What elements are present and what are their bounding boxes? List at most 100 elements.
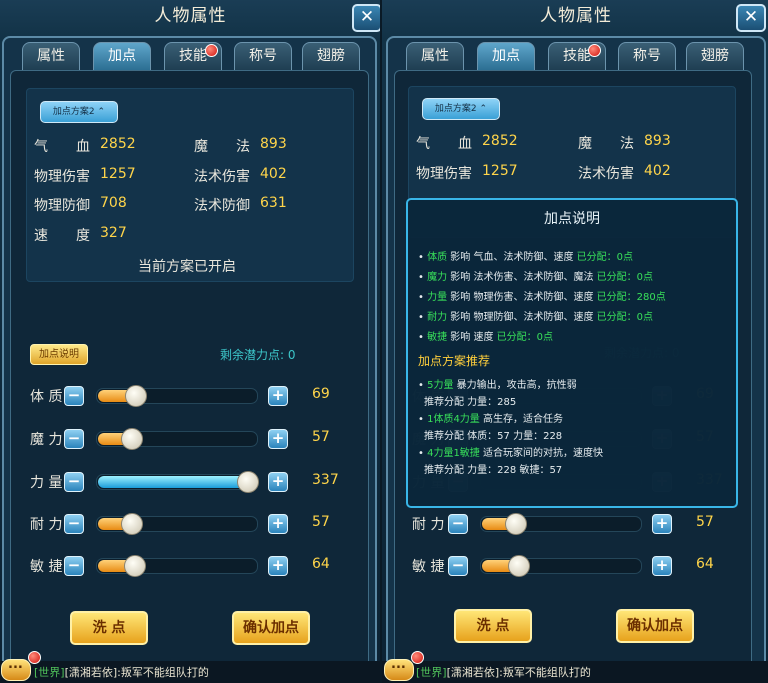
chat-bubble-icon-right[interactable] xyxy=(384,657,414,681)
attr-slider-knob[interactable] xyxy=(125,385,147,407)
attr-plus-button[interactable]: + xyxy=(268,472,288,492)
tooltip-rec-detail: 推荐分配 体质：57 力量：228 xyxy=(424,431,563,442)
stat-label-hp: 气 血 xyxy=(34,139,90,155)
tab-wings-right[interactable]: 翅膀 xyxy=(686,42,744,71)
attr-plus-button[interactable]: + xyxy=(268,514,288,534)
attr-minus-button[interactable]: − xyxy=(448,514,468,534)
attr-slider-knob[interactable] xyxy=(121,428,143,450)
stat-label-hp-right: 气 血 xyxy=(416,136,472,152)
attr-slider-knob[interactable] xyxy=(237,471,259,493)
attr-label: 力 量 xyxy=(30,475,63,491)
explain-button[interactable]: 加点说明 xyxy=(30,344,88,365)
attr-slider[interactable] xyxy=(480,555,642,577)
tooltip-attr-effect: 影响 速度 xyxy=(450,332,494,343)
tooltip-rec-line: • 1体质4力量 高生存，适合任务 xyxy=(418,410,563,425)
attr-slider-knob[interactable] xyxy=(505,513,527,535)
tooltip-attr-effect: 影响 气血、法术防御、速度 xyxy=(450,252,574,263)
bullet-icon: • xyxy=(418,380,428,391)
bullet-icon: • xyxy=(418,252,428,263)
tooltip-attr-line: • 力量 影响 物理伤害、法术防御、速度 已分配：280点 xyxy=(418,288,666,303)
attr-minus-button[interactable]: − xyxy=(448,556,468,576)
stat-value-mag-def: 631 xyxy=(260,195,287,211)
tooltip-attr-allocated: 已分配：0点 xyxy=(596,312,654,323)
stat-value-phys-def: 708 xyxy=(100,195,127,211)
attr-value: 337 xyxy=(312,472,339,488)
tab-attributes[interactable]: 属性 xyxy=(22,42,80,71)
attr-plus-button[interactable]: + xyxy=(268,429,288,449)
tooltip-rec-detail: 推荐分配 力量：285 xyxy=(424,397,517,408)
attr-value: 57 xyxy=(312,429,330,445)
tab-titles[interactable]: 称号 xyxy=(234,42,292,71)
attr-label: 敏 捷 xyxy=(412,559,445,575)
tooltip-rec-name: 5力量 xyxy=(427,380,454,391)
attr-plus-button[interactable]: + xyxy=(652,514,672,534)
attr-slider[interactable] xyxy=(96,471,259,493)
wash-points-button-right[interactable]: 洗 点 xyxy=(454,609,532,643)
attr-slider-knob[interactable] xyxy=(508,555,530,577)
attr-minus-button[interactable]: − xyxy=(64,514,84,534)
stat-value-hp-right: 2852 xyxy=(482,133,518,149)
tooltip-rec-desc: 暴力输出，攻击高，抗性弱 xyxy=(456,380,577,391)
stat-label-phys-dmg: 物理伤害 xyxy=(34,169,90,185)
close-icon: ✕ xyxy=(743,7,759,27)
attr-slider[interactable] xyxy=(96,513,258,535)
bullet-icon: • xyxy=(418,272,428,283)
chat-message-right: 叛军不能组队打的 xyxy=(502,666,591,679)
stat-value-phys-dmg: 1257 xyxy=(100,166,136,182)
tooltip-attr-allocated: 已分配：0点 xyxy=(496,332,554,343)
attr-plus-button[interactable]: + xyxy=(268,556,288,576)
attr-slider[interactable] xyxy=(96,555,258,577)
chat-channel[interactable]: [世界] xyxy=(34,666,65,679)
tab-wings[interactable]: 翅膀 xyxy=(302,42,360,71)
plan-select-button-right[interactable]: 加点方案2 ⌃ xyxy=(422,98,500,120)
plan-select-button[interactable]: 加点方案2 ⌃ xyxy=(40,101,118,123)
tab-attributes-right[interactable]: 属性 xyxy=(406,42,464,71)
chat-line: [世界][潇湘若依]:叛军不能组队打的 xyxy=(34,664,209,680)
chat-sender-right[interactable]: [潇湘若依]: xyxy=(447,666,503,679)
attr-label: 魔 力 xyxy=(30,432,63,448)
stat-label-mag-dmg-right: 法术伤害 xyxy=(578,166,634,182)
attr-slider-fill xyxy=(98,476,250,488)
attr-slider[interactable] xyxy=(96,428,258,450)
attr-slider-knob[interactable] xyxy=(121,513,143,535)
tooltip-attr-allocated: 已分配：280点 xyxy=(596,292,666,303)
plan-button-label-right: 加点方案2 xyxy=(434,104,477,114)
stat-value-mag-dmg: 402 xyxy=(260,166,287,182)
attr-slider-knob[interactable] xyxy=(124,555,146,577)
stat-value-phys-dmg-right: 1257 xyxy=(482,163,518,179)
confirm-points-button[interactable]: 确认加点 xyxy=(232,611,310,645)
plan-status-text: 当前方案已开启 xyxy=(138,259,236,275)
attr-minus-button[interactable]: − xyxy=(64,386,84,406)
attr-slider[interactable] xyxy=(96,385,258,407)
close-button-right[interactable]: ✕ xyxy=(736,4,766,32)
attr-minus-button[interactable]: − xyxy=(64,556,84,576)
confirm-points-button-right[interactable]: 确认加点 xyxy=(616,609,694,643)
attr-plus-button[interactable]: + xyxy=(652,556,672,576)
remaining-points: 剩余潜力点: 0 xyxy=(220,348,296,362)
tooltip-attr-line: • 体质 影响 气血、法术防御、速度 已分配：0点 xyxy=(418,248,633,263)
plan-button-label: 加点方案2 xyxy=(52,107,95,117)
chat-bubble-icon[interactable] xyxy=(1,657,31,681)
tooltip-rec-line: • 4力量1敏捷 适合玩家间的对抗，速度快 xyxy=(418,444,603,459)
attr-minus-button[interactable]: − xyxy=(64,429,84,449)
skills-badge-right xyxy=(588,44,601,57)
tab-titles-right[interactable]: 称号 xyxy=(618,42,676,71)
chat-sender[interactable]: [潇湘若依]: xyxy=(65,666,121,679)
attr-plus-button[interactable]: + xyxy=(268,386,288,406)
attr-slider[interactable] xyxy=(480,513,642,535)
tooltip-attr-name: 耐力 xyxy=(427,312,448,323)
chat-channel-right[interactable]: [世界] xyxy=(416,666,447,679)
chevron-up-icon: ⌃ xyxy=(97,107,106,117)
tab-add-points[interactable]: 加点 xyxy=(93,42,151,71)
attr-minus-button[interactable]: − xyxy=(64,472,84,492)
tooltip-attr-line: • 敏捷 影响 速度 已分配：0点 xyxy=(418,328,553,343)
window-title-right: 人物属性 xyxy=(540,6,612,26)
bullet-icon: • xyxy=(418,332,428,343)
tooltip-attr-line: • 耐力 影响 物理防御、法术防御、速度 已分配：0点 xyxy=(418,308,653,323)
tooltip-rec-detail: 推荐分配 力量：228 敏捷：57 xyxy=(424,465,563,476)
tab-add-points-right[interactable]: 加点 xyxy=(477,42,535,71)
wash-points-button[interactable]: 洗 点 xyxy=(70,611,148,645)
tooltip-rec-name: 4力量1敏捷 xyxy=(427,448,480,459)
tooltip-attr-name: 魔力 xyxy=(427,272,448,283)
close-button[interactable]: ✕ xyxy=(352,4,381,32)
